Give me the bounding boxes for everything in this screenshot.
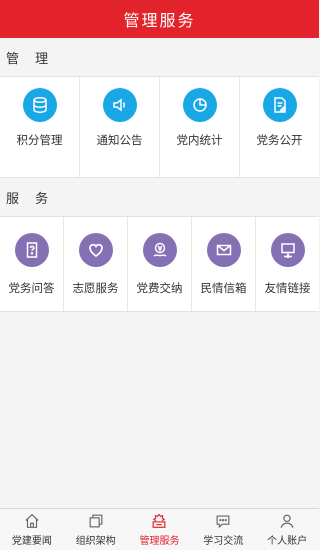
chat-icon <box>216 515 230 529</box>
tab-study-exchange[interactable]: 学习交流 <box>191 509 255 550</box>
manage-grid: 积分管理 通知公告 党内统计 党务公开 <box>0 76 319 178</box>
tab-label: 党建要闻 <box>11 536 52 547</box>
service-item-qa[interactable]: 党务问答 <box>0 217 64 311</box>
tab-label: 组织架构 <box>75 536 116 547</box>
question-doc-icon <box>14 233 49 267</box>
home-icon <box>25 513 39 528</box>
pie-chart-icon <box>182 88 217 122</box>
manage-item-label: 通知公告 <box>96 133 143 147</box>
service-item-volunteer[interactable]: 志愿服务 <box>64 217 128 311</box>
service-item-links[interactable]: 友情链接 <box>256 217 319 311</box>
tab-party-news[interactable]: 党建要闻 <box>0 509 64 550</box>
manage-item-stats[interactable]: 党内统计 <box>160 77 240 177</box>
service-item-label: 志愿服务 <box>72 281 119 295</box>
tab-management-service[interactable]: 管理服务 <box>128 509 192 550</box>
layers-icon <box>89 514 103 528</box>
page-title: 管理服务 <box>123 11 196 30</box>
tab-personal-account[interactable]: 个人账户 <box>255 509 319 550</box>
speaker-icon <box>102 88 137 122</box>
service-item-label: 党费交纳 <box>136 281 183 295</box>
service-icon <box>153 513 166 528</box>
user-icon <box>280 514 294 528</box>
tab-label: 个人账户 <box>267 536 308 547</box>
yuan-coin-icon <box>142 233 177 267</box>
section-title-manage: 管 理 <box>6 51 55 67</box>
database-icon <box>22 88 57 122</box>
manage-item-label: 党内统计 <box>176 133 223 147</box>
service-item-label: 友情链接 <box>264 281 311 295</box>
manage-item-points[interactable]: 积分管理 <box>0 77 80 177</box>
manage-item-public[interactable]: 党务公开 <box>240 77 319 177</box>
service-item-mailbox[interactable]: 民情信箱 <box>192 217 256 311</box>
mail-icon <box>206 233 241 267</box>
tab-label: 学习交流 <box>203 536 244 547</box>
manage-item-label: 积分管理 <box>16 133 63 147</box>
page-header: 管理服务 <box>0 0 319 38</box>
tab-label: 管理服务 <box>139 536 180 547</box>
service-item-label: 民情信箱 <box>200 281 247 295</box>
service-item-dues[interactable]: 党费交纳 <box>128 217 192 311</box>
service-item-label: 党务问答 <box>8 281 55 295</box>
heart-icon <box>78 233 113 267</box>
document-edit-icon <box>262 88 297 122</box>
tab-organization[interactable]: 组织架构 <box>64 509 128 550</box>
manage-item-label: 党务公开 <box>256 133 303 147</box>
monitor-link-icon <box>270 233 305 267</box>
service-grid: 党务问答 志愿服务 党费交纳 民情信箱 友情链接 <box>0 216 319 312</box>
section-title-service: 服 务 <box>6 191 55 207</box>
manage-item-notice[interactable]: 通知公告 <box>80 77 160 177</box>
bottom-tab-bar: 党建要闻 组织架构 管理服务 学习交流 个人账户 <box>0 508 319 550</box>
